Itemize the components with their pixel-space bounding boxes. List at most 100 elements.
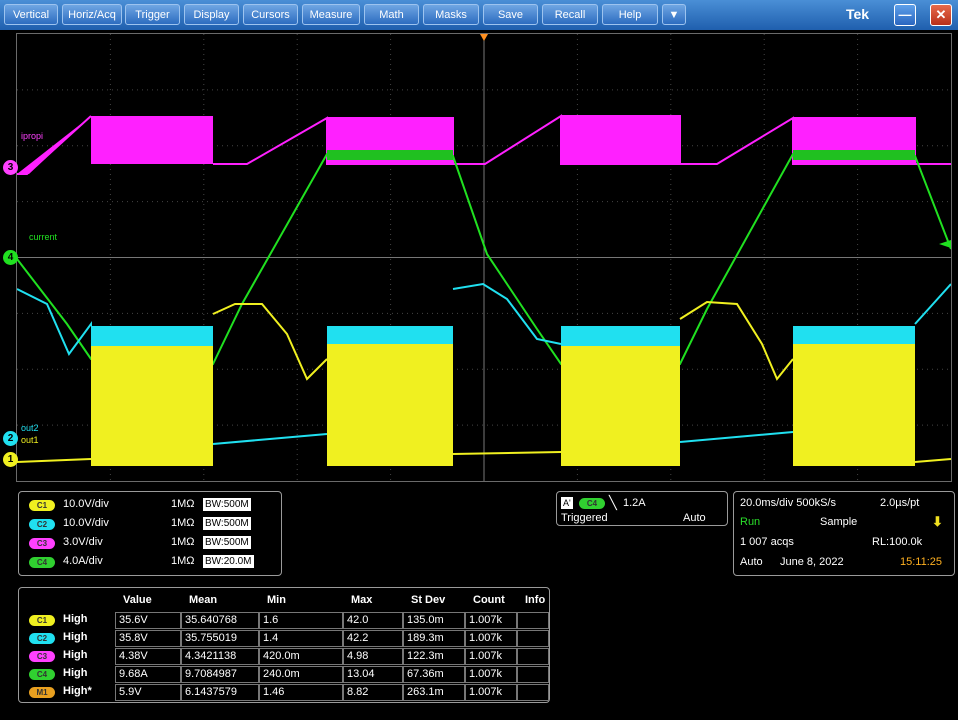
meas-cell [517, 612, 549, 629]
trigger-position-marker [480, 34, 488, 41]
meas-type: High [63, 667, 88, 679]
channel-tag[interactable]: C1 [29, 500, 55, 511]
menu-dropdown-button[interactable]: ▼ [662, 4, 686, 25]
meas-cell: 35.8V [115, 630, 181, 647]
waveform-graticule[interactable]: ipropi current out2 out1 [16, 33, 952, 482]
channel-tag[interactable]: C3 [29, 538, 55, 549]
meas-cell: 13.04 [343, 666, 403, 683]
meas-header: Mean [189, 594, 218, 606]
meas-cell: 42.0 [343, 612, 403, 629]
meas-cell: 240.0m [259, 666, 343, 683]
meas-cell: 4.98 [343, 648, 403, 665]
meas-source-tag: C1 [29, 615, 55, 626]
ch4-label: current [29, 232, 58, 242]
close-button[interactable]: ✕ [930, 4, 952, 26]
trigger-level-arrow [939, 240, 951, 248]
meas-cell: 4.3421138 [181, 648, 259, 665]
channel-bandwidth: BW:20.0M [203, 555, 254, 568]
meas-cell: 1.4 [259, 630, 343, 647]
menu-masks[interactable]: Masks [423, 4, 479, 25]
ch4-marker[interactable]: 4 [3, 250, 18, 265]
acquisition-readout[interactable]: 20.0ms/div 500kS/s 2.0µs/pt Run Sample ⬇… [733, 491, 955, 576]
record-length: RL:100.0k [872, 536, 923, 548]
meas-header: St Dev [411, 594, 446, 606]
measurements-box[interactable]: Value Mean Min Max St Dev Count Info C1 High 35.… [18, 587, 550, 703]
menu-save[interactable]: Save [483, 4, 538, 25]
menu-trigger[interactable]: Trigger [125, 4, 180, 25]
meas-cell: 135.0m [403, 612, 465, 629]
time-per-point: 2.0µs/pt [880, 497, 920, 509]
meas-source-tag: C4 [29, 669, 55, 680]
waveform-plot [16, 34, 952, 481]
meas-cell: 5.9V [115, 684, 181, 701]
meas-cell: 9.7084987 [181, 666, 259, 683]
meas-cell: 4.38V [115, 648, 181, 665]
meas-cell: 35.640768 [181, 612, 259, 629]
menu-bar: Vertical Horiz/Acq Trigger Display Curso… [0, 0, 958, 30]
channel-scale: 3.0V/div [63, 536, 103, 548]
meas-cell: 9.68A [115, 666, 181, 683]
meas-cell: 420.0m [259, 648, 343, 665]
meas-cell [517, 666, 549, 683]
ch3-label: ipropi [21, 131, 44, 141]
channel-settings-box[interactable]: C1 10.0V/div 1MΩ BW:500M C2 10.0V/div 1MΩ… [18, 491, 282, 576]
meas-cell: 1.6 [259, 612, 343, 629]
ch1-label: out1 [21, 435, 39, 445]
meas-cell: 1.007k [465, 648, 517, 665]
channel-bandwidth: BW:500M [203, 536, 251, 549]
menu-recall[interactable]: Recall [542, 4, 598, 25]
channel-bandwidth: BW:500M [203, 498, 251, 511]
meas-source-tag: C2 [29, 633, 55, 644]
meas-cell: 6.1437579 [181, 684, 259, 701]
meas-header: Value [123, 594, 152, 606]
trigger-source-tag: C4 [579, 498, 605, 509]
meas-type: High [63, 631, 88, 643]
falling-edge-icon: ╲ [609, 495, 617, 510]
channel-scale: 10.0V/div [63, 517, 109, 529]
channel-impedance: 1MΩ [171, 555, 195, 567]
ch2-marker[interactable]: 2 [3, 431, 18, 446]
meas-cell: 122.3m [403, 648, 465, 665]
trigger-level: 1.2A [623, 497, 646, 509]
meas-cell [517, 684, 549, 701]
acq-count: 1 007 acqs [740, 536, 794, 548]
menu-math[interactable]: Math [364, 4, 419, 25]
acq-time: 15:11:25 [900, 556, 943, 568]
trigger-readout[interactable]: A' C4 ╲ 1.2A Triggered Auto [556, 491, 728, 526]
meas-type: High [63, 649, 88, 661]
meas-source-tag: M1 [29, 687, 55, 698]
ch1-marker[interactable]: 1 [3, 452, 18, 467]
meas-type: High [63, 613, 88, 625]
meas-cell: 1.007k [465, 666, 517, 683]
ch3-marker[interactable]: 3 [3, 160, 18, 175]
channel-scale: 4.0A/div [63, 555, 103, 567]
meas-cell [517, 648, 549, 665]
brand-logo: Tek [846, 6, 870, 22]
minimize-button[interactable]: — [894, 4, 916, 26]
menu-horiz-acq[interactable]: Horiz/Acq [62, 4, 122, 25]
channel-tag[interactable]: C4 [29, 557, 55, 568]
channel-impedance: 1MΩ [171, 498, 195, 510]
menu-display[interactable]: Display [184, 4, 239, 25]
meas-cell: 1.007k [465, 612, 517, 629]
menu-cursors[interactable]: Cursors [243, 4, 298, 25]
menu-measure[interactable]: Measure [302, 4, 360, 25]
meas-type: High* [63, 685, 92, 697]
channel-tag[interactable]: C2 [29, 519, 55, 530]
channel-impedance: 1MΩ [171, 536, 195, 548]
menu-help[interactable]: Help [602, 4, 658, 25]
run-state: Run [740, 516, 761, 528]
close-icon: ✕ [935, 7, 947, 22]
meas-cell: 189.3m [403, 630, 465, 647]
readout-panel: C1 10.0V/div 1MΩ BW:500M C2 10.0V/div 1MΩ… [0, 487, 958, 720]
menu-vertical[interactable]: Vertical [4, 4, 58, 25]
auto-label: Auto [740, 556, 763, 568]
meas-cell: 35.6V [115, 612, 181, 629]
timebase: 20.0ms/div 500kS/s [740, 497, 836, 509]
meas-cell: 1.46 [259, 684, 343, 701]
meas-cell [517, 630, 549, 647]
meas-header: Count [473, 594, 505, 606]
meas-cell: 42.2 [343, 630, 403, 647]
trigger-mode: Auto [683, 512, 706, 524]
channel-scale: 10.0V/div [63, 498, 109, 510]
